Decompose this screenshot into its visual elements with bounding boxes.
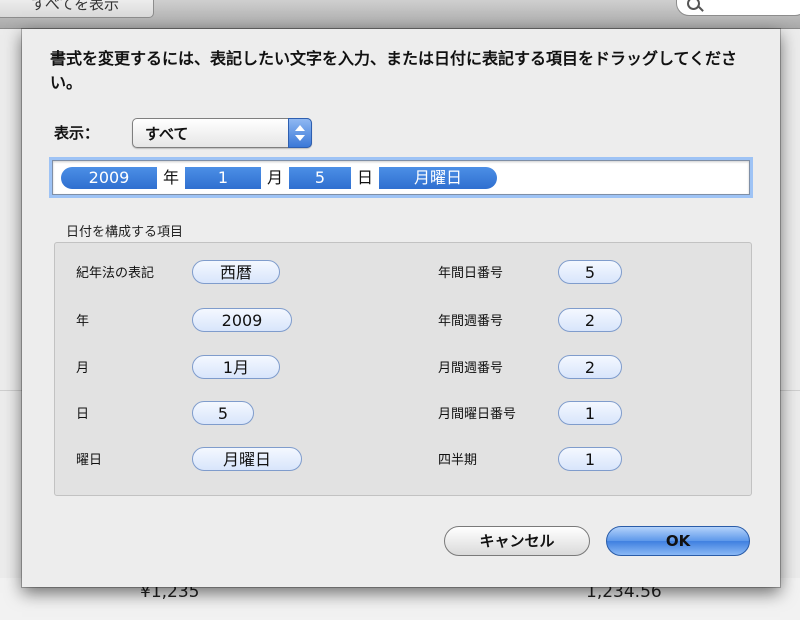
- element-label-year: 年: [76, 314, 90, 329]
- element-label-era: 紀年法の表記: [76, 266, 155, 281]
- element-year[interactable]: 2009: [192, 308, 292, 332]
- token-day[interactable]: 5: [289, 167, 351, 189]
- ok-button[interactable]: OK: [606, 526, 750, 556]
- token-weekday[interactable]: 月曜日: [379, 167, 497, 189]
- element-label-weekday: 曜日: [76, 453, 103, 468]
- show-all-button[interactable]: すべてを表示: [0, 0, 154, 18]
- element-label-weekday-of-month: 月間曜日番号: [438, 407, 517, 422]
- element-era[interactable]: 西暦: [192, 260, 280, 284]
- search-field[interactable]: [676, 0, 800, 16]
- element-quarter[interactable]: 1: [558, 447, 622, 471]
- popup-arrows-icon: [288, 118, 312, 148]
- instructions-text: 書式を変更するには、表記したい文字を入力、または日付に表記する項目をドラッグして…: [50, 49, 738, 92]
- element-label-day-of-year: 年間日番号: [438, 266, 504, 281]
- element-label-week-of-month: 月間週番号: [438, 361, 504, 376]
- element-label-quarter: 四半期: [438, 453, 478, 468]
- date-format-sheet: 書式を変更するには、表記したい文字を入力、または日付に表記する項目をドラッグして…: [22, 29, 780, 587]
- token-month[interactable]: 1: [185, 167, 261, 189]
- date-elements-title: 日付を構成する項目: [66, 225, 184, 240]
- date-elements-panel: [54, 242, 752, 496]
- element-label-week-of-year: 年間週番号: [438, 314, 504, 329]
- element-day[interactable]: 5: [192, 401, 254, 425]
- show-popup-value: すべて: [145, 125, 189, 143]
- search-icon: [687, 0, 700, 10]
- element-label-month: 月: [76, 361, 90, 376]
- toolbar: すべてを表示: [0, 0, 800, 29]
- token-year[interactable]: 2009: [61, 167, 157, 189]
- show-label: 表示：: [54, 124, 100, 142]
- element-day-of-year[interactable]: 5: [558, 260, 622, 284]
- separator-year[interactable]: 年: [157, 167, 185, 189]
- element-weekday-of-month[interactable]: 1: [558, 401, 622, 425]
- element-week-of-month[interactable]: 2: [558, 355, 622, 379]
- cancel-button[interactable]: キャンセル: [444, 526, 590, 556]
- separator-day[interactable]: 日: [351, 167, 379, 189]
- date-format-field[interactable]: 2009 年 1 月 5 日 月曜日: [52, 160, 750, 195]
- show-popup-menu[interactable]: すべて: [132, 118, 312, 148]
- element-weekday[interactable]: 月曜日: [192, 447, 302, 471]
- element-month[interactable]: 1月: [192, 355, 280, 379]
- element-label-day: 日: [76, 407, 90, 422]
- separator-month[interactable]: 月: [261, 167, 289, 189]
- element-week-of-year[interactable]: 2: [558, 308, 622, 332]
